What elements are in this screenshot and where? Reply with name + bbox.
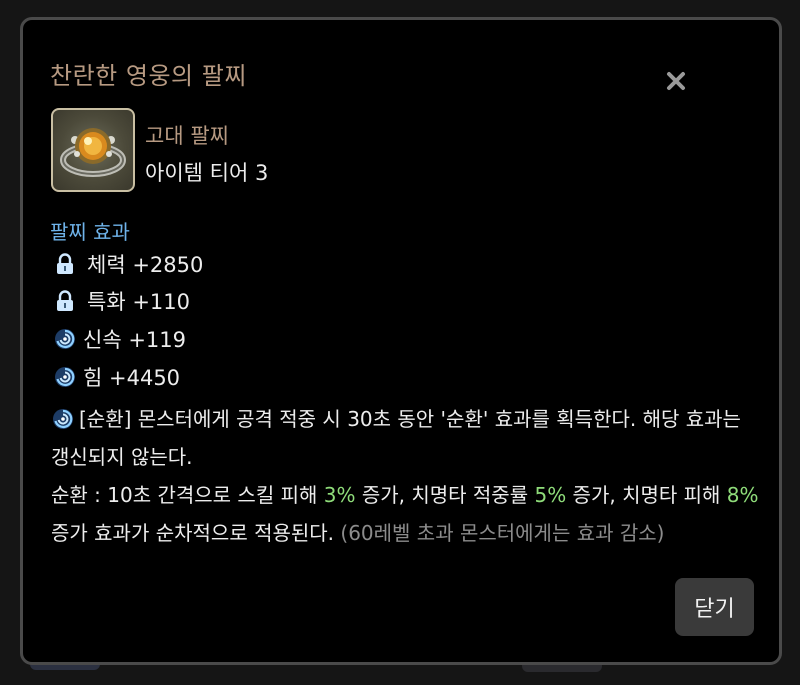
stat-text: 체력 +2850 xyxy=(87,253,204,277)
special-effect-description: [순환] 몬스터에게 공격 적중 시 30초 동안 '순환' 효과를 획득한다.… xyxy=(51,407,741,469)
stat-row-strength: 힘 +4450 xyxy=(53,362,180,392)
lock-icon xyxy=(57,290,73,311)
crit-damage-value: 8% xyxy=(726,483,759,507)
cycle-detail-text: 증가 효과가 순차적으로 적용된다. xyxy=(51,521,341,545)
bracelet-item-icon xyxy=(51,108,135,192)
close-icon[interactable] xyxy=(663,68,689,94)
item-tier-label: 아이템 티어 3 xyxy=(145,161,269,185)
swirl-icon xyxy=(55,329,75,349)
close-button[interactable]: 닫기 xyxy=(675,578,754,636)
stat-row-specialization: 특화 +110 xyxy=(53,286,190,316)
crit-rate-value: 5% xyxy=(534,483,567,507)
stat-row-vitality: 체력 +2850 xyxy=(53,249,203,279)
stat-row-swiftness: 신속 +119 xyxy=(53,324,186,354)
stat-text: 신속 +119 xyxy=(83,328,186,352)
special-effect-text: [순환] 몬스터에게 공격 적중 시 30초 동안 '순환' 효과를 획득한다.… xyxy=(51,400,761,552)
item-grade-label: 고대 팔찌 xyxy=(145,124,229,148)
skill-damage-value: 3% xyxy=(323,483,356,507)
lock-icon xyxy=(57,253,73,274)
level-penalty-note: (60레벨 초과 몬스터에게는 효과 감소) xyxy=(340,521,665,545)
cycle-detail-text: 순환 : 10초 간격으로 스킬 피해 xyxy=(51,483,324,507)
swirl-icon xyxy=(55,367,75,387)
stat-text: 특화 +110 xyxy=(87,290,190,314)
bracelet-effects-heading: 팔찌 효과 xyxy=(50,220,130,244)
item-tooltip-dialog: 찬란한 영웅의 팔찌 고대 팔찌 아이템 티어 3 팔찌 효과 체력 +2850 xyxy=(20,17,782,665)
cycle-detail-text: 증가, 치명타 적중률 xyxy=(355,483,535,507)
swirl-icon xyxy=(53,409,73,429)
cycle-detail-text: 증가, 치명타 피해 xyxy=(566,483,727,507)
stat-text: 힘 +4450 xyxy=(83,366,181,390)
item-name-title: 찬란한 영웅의 팔찌 xyxy=(50,62,247,90)
